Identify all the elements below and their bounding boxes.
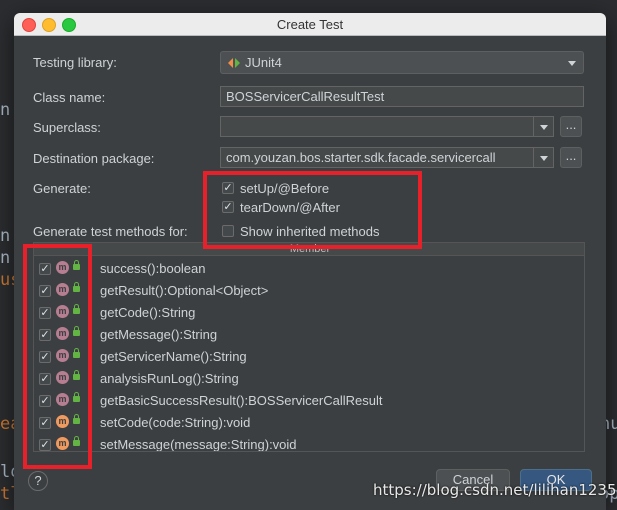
table-row[interactable]: ✓ m success():boolean bbox=[34, 258, 584, 280]
checkbox-column-highlight bbox=[23, 244, 92, 469]
method-name: setMessage(message:String):void bbox=[100, 437, 297, 452]
chevron-down-icon bbox=[568, 61, 576, 66]
generate-methods-label: Generate test methods for: bbox=[33, 224, 188, 239]
method-name: success():boolean bbox=[100, 261, 206, 276]
table-row[interactable]: ✓ m getBasicSuccessResult():BOSServicerC… bbox=[34, 390, 584, 412]
superclass-combo[interactable] bbox=[220, 116, 554, 137]
table-row[interactable]: ✓ m getMessage():String bbox=[34, 324, 584, 346]
watermark-text: https://blog.csdn.net/lilihan12358 bbox=[373, 481, 617, 499]
generate-label: Generate: bbox=[33, 181, 91, 196]
bg-code-fragment: n bbox=[0, 248, 11, 268]
class-name-label: Class name: bbox=[33, 90, 106, 105]
table-row[interactable]: ✓ m getCode():String bbox=[34, 302, 584, 324]
superclass-dropdown-button[interactable] bbox=[533, 117, 553, 136]
window-title: Create Test bbox=[276, 17, 344, 32]
testing-library-label: Testing library: bbox=[33, 55, 117, 70]
destination-package-combo[interactable]: com.youzan.bos.starter.sdk.facade.servic… bbox=[220, 147, 554, 168]
table-row[interactable]: ✓ m analysisRunLog():String bbox=[34, 368, 584, 390]
destination-dropdown-button[interactable] bbox=[533, 148, 553, 167]
destination-package-value: com.youzan.bos.starter.sdk.facade.servic… bbox=[226, 150, 496, 165]
create-test-dialog: Create Test Testing library: JUnit4 Clas… bbox=[14, 13, 606, 510]
generate-options-highlight bbox=[203, 171, 422, 249]
method-name: getResult():Optional<Object> bbox=[100, 283, 269, 298]
method-name: analysisRunLog():String bbox=[100, 371, 239, 386]
method-name: getCode():String bbox=[100, 305, 196, 320]
table-row[interactable]: ✓ m getResult():Optional<Object> bbox=[34, 280, 584, 302]
testing-library-select[interactable]: JUnit4 bbox=[220, 51, 584, 74]
table-row[interactable]: ✓ m getServicerName():String bbox=[34, 346, 584, 368]
table-row[interactable]: ✓ m setMessage(message:String):void bbox=[34, 434, 584, 452]
class-name-value: BOSServicerCallResultTest bbox=[226, 89, 385, 104]
destination-browse-button[interactable]: ... bbox=[560, 147, 582, 168]
help-button[interactable]: ? bbox=[28, 471, 48, 491]
destination-package-label: Destination package: bbox=[33, 151, 155, 166]
members-table: Member ✓ m success():boolean ✓ m getResu… bbox=[33, 242, 585, 452]
superclass-browse-button[interactable]: ... bbox=[560, 116, 582, 137]
method-name: getMessage():String bbox=[100, 327, 218, 342]
title-bar: Create Test bbox=[14, 13, 606, 36]
junit-icon bbox=[228, 58, 240, 68]
method-name: getBasicSuccessResult():BOSServicerCallR… bbox=[100, 393, 383, 408]
method-name: setCode(code:String):void bbox=[100, 415, 251, 430]
table-row[interactable]: ✓ m setCode(code:String):void bbox=[34, 412, 584, 434]
method-name: getServicerName():String bbox=[100, 349, 247, 364]
bg-code-fragment: n bbox=[0, 100, 11, 120]
superclass-label: Superclass: bbox=[33, 120, 101, 135]
class-name-input[interactable]: BOSServicerCallResultTest bbox=[220, 86, 584, 107]
chevron-down-icon bbox=[540, 156, 548, 161]
chevron-down-icon bbox=[540, 125, 548, 130]
testing-library-value: JUnit4 bbox=[245, 55, 282, 70]
bg-code-fragment: n bbox=[0, 226, 11, 246]
